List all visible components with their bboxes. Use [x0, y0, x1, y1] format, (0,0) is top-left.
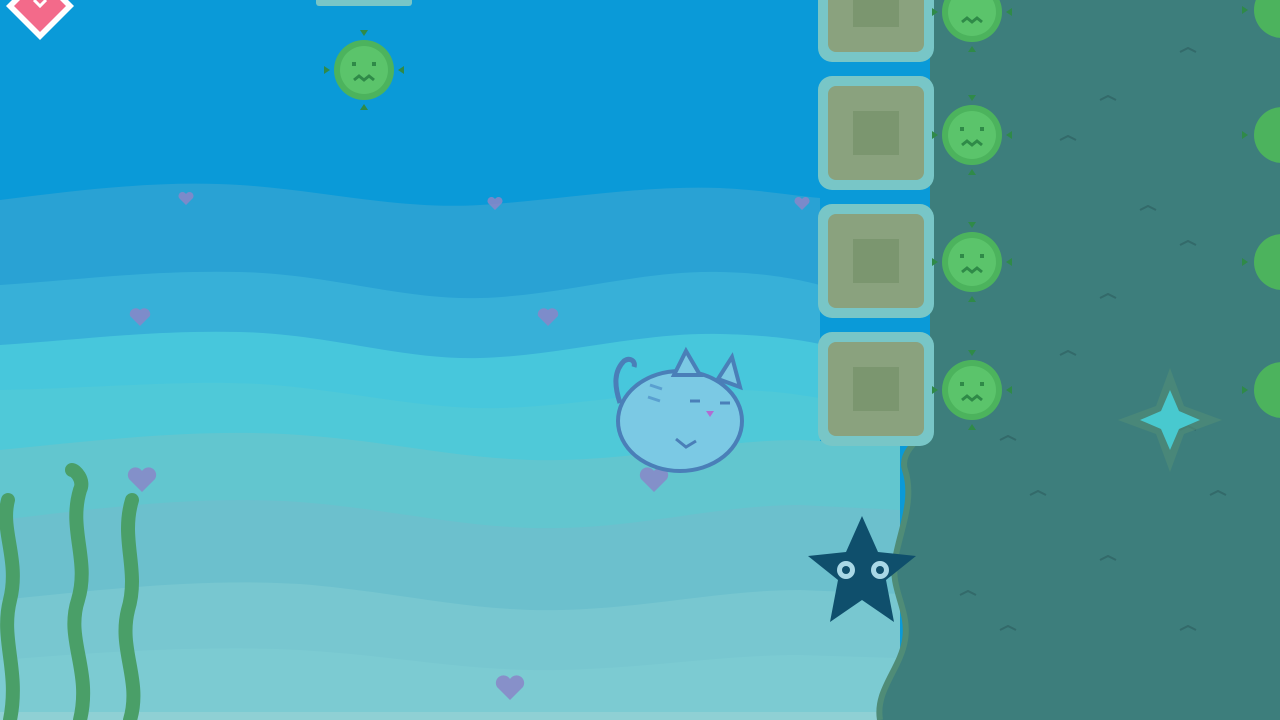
- game-canvas: [0, 0, 1280, 720]
- block-3: [818, 204, 934, 318]
- top-ledge: [316, 0, 412, 6]
- block-1: [818, 0, 934, 62]
- rock-wall: [879, 0, 1280, 720]
- seaweed-1: [0, 493, 20, 720]
- seaweed-3: [118, 493, 141, 720]
- game-stage[interactable]: [0, 0, 1280, 720]
- block-2: [818, 76, 934, 190]
- block-4: [818, 332, 934, 446]
